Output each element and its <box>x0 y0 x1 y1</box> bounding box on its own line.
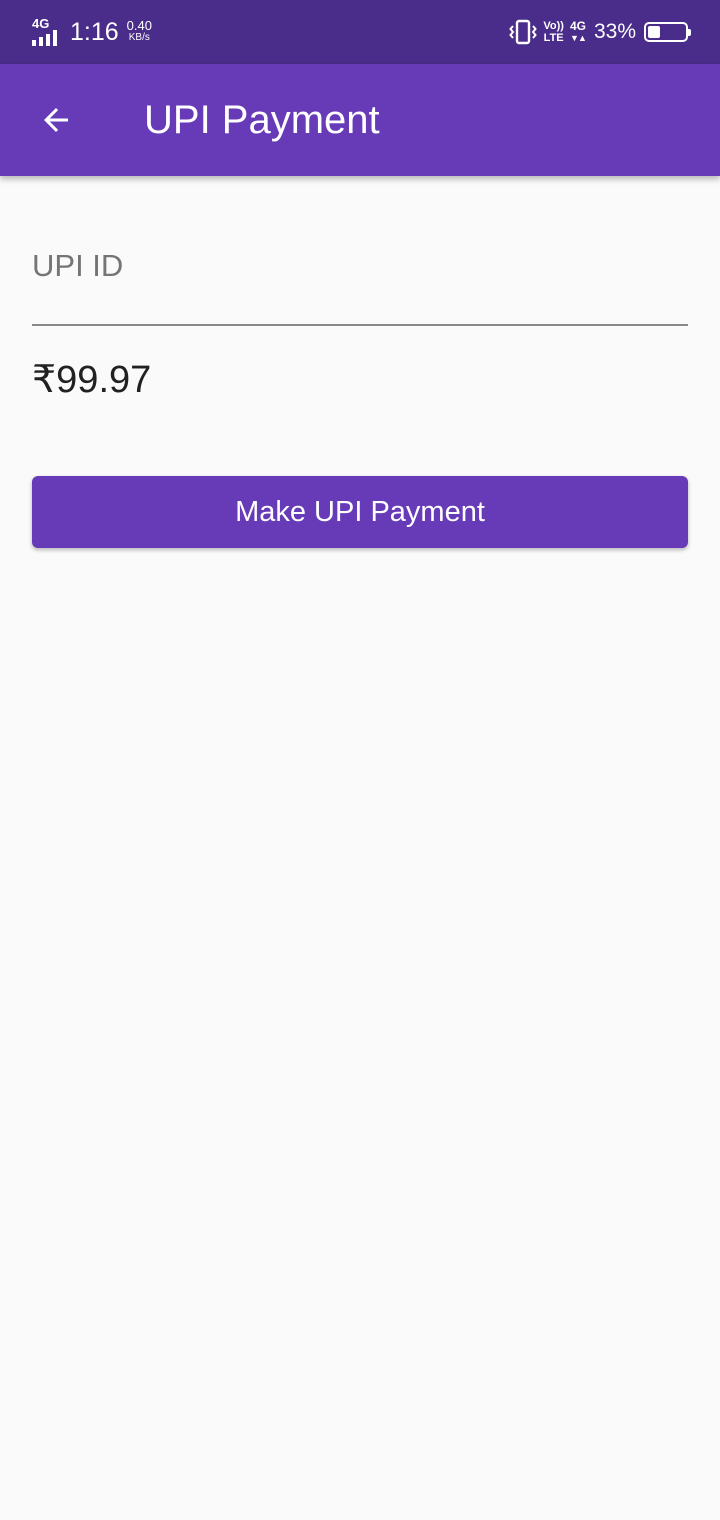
data-network-type: 4G <box>569 19 586 33</box>
arrow-back-icon <box>44 108 68 132</box>
signal-bars-icon <box>32 30 57 46</box>
upi-id-input[interactable] <box>32 238 688 294</box>
clock: 1:16 <box>70 18 119 46</box>
status-left-group: 4G 1:16 0.40 KB/s <box>32 14 152 50</box>
volte-top-label: Vo)) <box>543 20 564 32</box>
battery-level-fill <box>648 26 660 38</box>
upi-id-field <box>32 176 688 326</box>
battery-percentage: 33% <box>593 20 636 43</box>
status-bar: 4G 1:16 0.40 KB/s Vo)) LTE 4G ▼▲ 33% <box>0 0 720 64</box>
network-speed-value: 0.40 <box>126 18 152 33</box>
payment-amount: ₹99.97 <box>32 359 152 401</box>
volte-bottom-label: LTE <box>543 32 564 44</box>
back-button[interactable] <box>20 84 92 156</box>
vibrate-icon <box>509 19 538 45</box>
network-speed: 0.40 KB/s <box>126 18 152 44</box>
make-upi-payment-button[interactable]: Make UPI Payment <box>32 476 688 548</box>
network-speed-unit: KB/s <box>128 32 150 43</box>
page-title: UPI Payment <box>144 98 380 142</box>
status-right-group: Vo)) LTE 4G ▼▲ 33% <box>509 14 691 50</box>
data-network-indicator: 4G ▼▲ <box>569 19 587 44</box>
volte-indicator: Vo)) LTE <box>543 20 564 44</box>
app-bar: UPI Payment <box>0 64 720 176</box>
signal-indicator: 4G <box>32 17 62 47</box>
data-activity-arrows: ▼▲ <box>570 33 587 43</box>
battery-icon <box>644 22 691 42</box>
payment-form: ₹99.97 Make UPI Payment <box>32 176 688 548</box>
network-type-label: 4G <box>32 16 50 31</box>
